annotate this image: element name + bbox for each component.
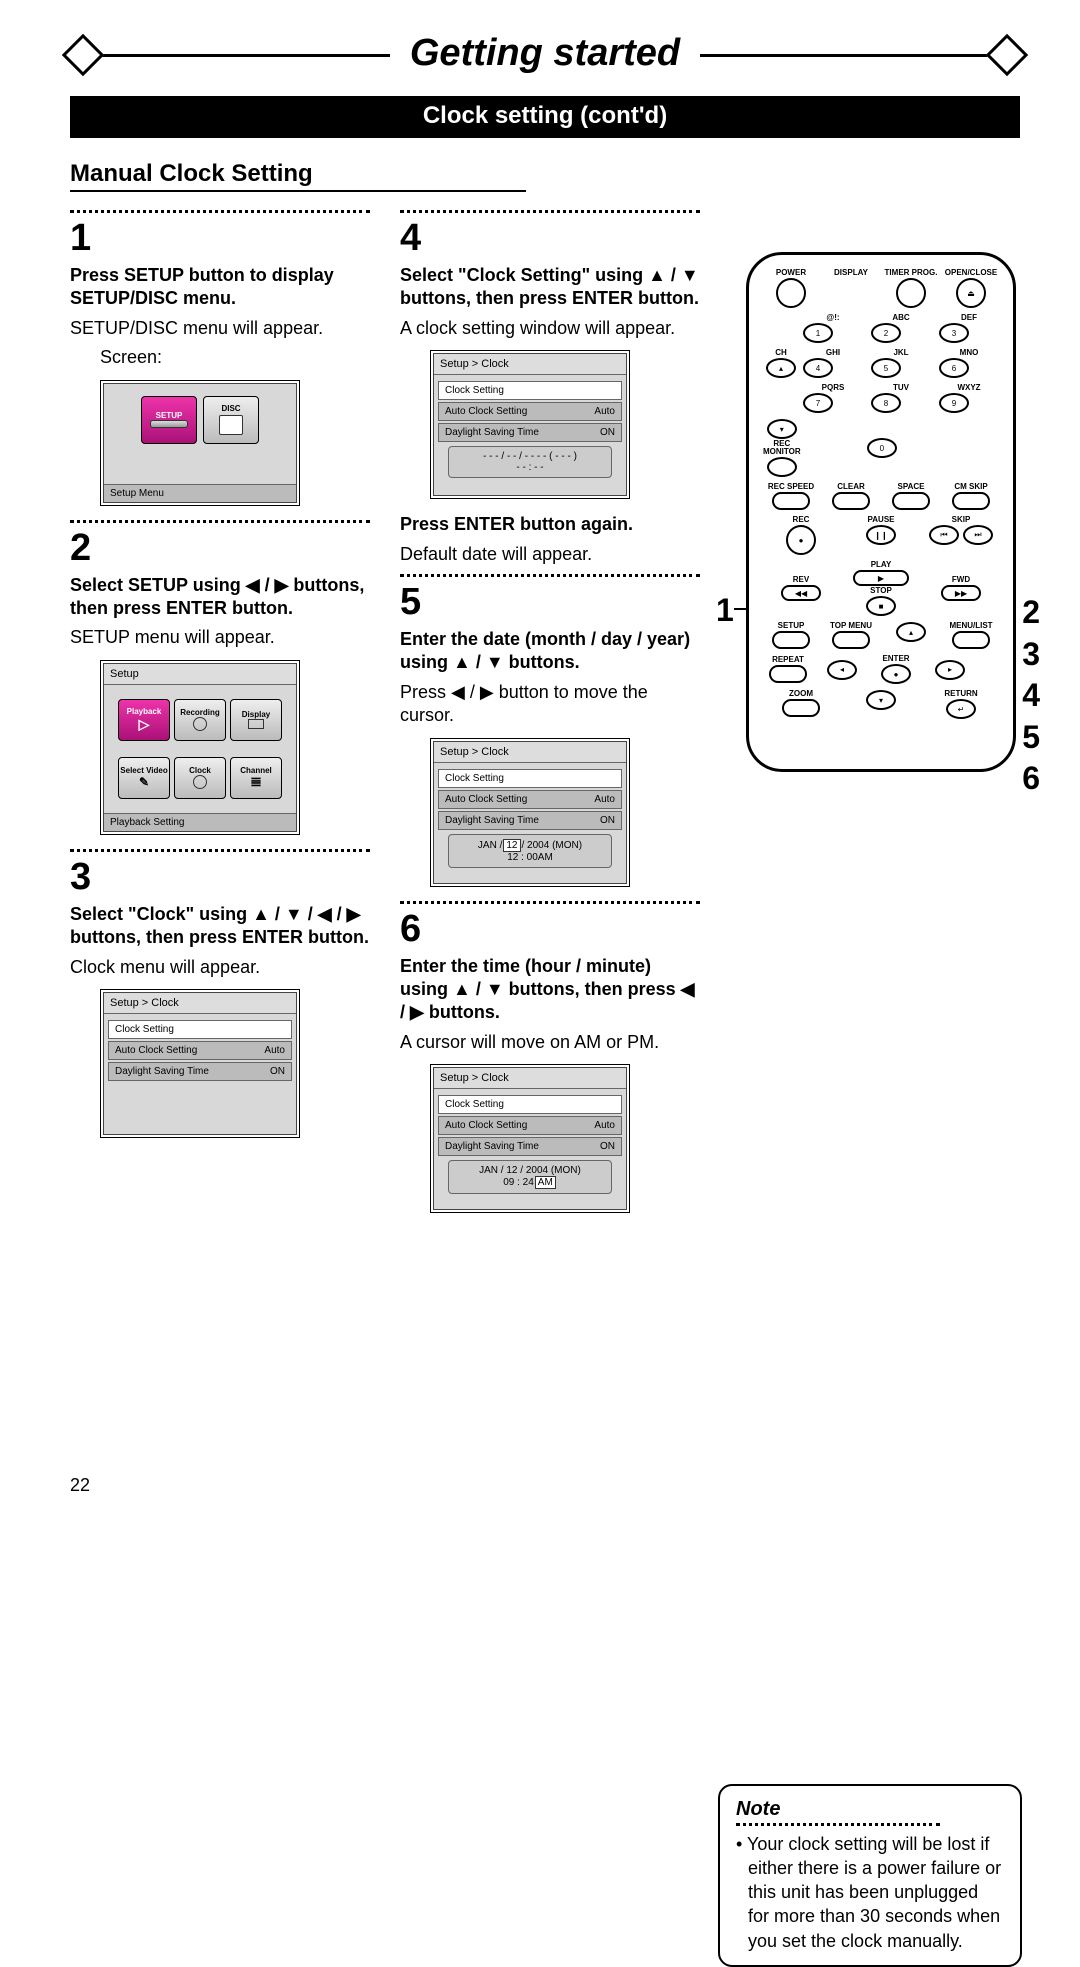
step-1-number: 1	[70, 217, 370, 260]
skip-fwd-button[interactable]: ⏭	[963, 525, 993, 545]
num-5-button[interactable]: 5	[871, 358, 901, 378]
tile-setup: SETUP	[141, 396, 197, 444]
rec-button[interactable]: ●	[786, 525, 816, 555]
zoom-button[interactable]	[782, 699, 820, 717]
nav-up-button[interactable]: ▴	[896, 622, 926, 642]
cm-skip-button[interactable]	[952, 492, 990, 510]
play-button[interactable]: ▶	[853, 570, 909, 586]
tile-disc: DISC	[203, 396, 259, 444]
screenshot-clock-setting-blank: Setup > Clock Clock Setting Auto Clock S…	[430, 350, 630, 499]
section-subtitle: Clock setting (cont'd)	[70, 96, 1020, 138]
note-box: Note • Your clock setting will be lost i…	[718, 1784, 1022, 1967]
clear-button[interactable]	[832, 492, 870, 510]
screenshot-setup-disc: SETUP DISC Setup Menu	[100, 380, 300, 506]
page-title: Getting started	[390, 32, 700, 74]
step-4-instruction-2: Press ENTER button again.	[400, 513, 700, 536]
step-5-number: 5	[400, 581, 700, 624]
step-2-instruction: Select SETUP using ◀ / ▶ buttons, then p…	[70, 574, 370, 621]
num-6-button[interactable]: 6	[939, 358, 969, 378]
screenshot-clock-time: Setup > Clock Clock Setting Auto Clock S…	[430, 1064, 630, 1213]
step-4-number: 4	[400, 217, 700, 260]
step-3-instruction: Select "Clock" using ▲ / ▼ / ◀ / ▶ butto…	[70, 903, 370, 950]
ch-down-button[interactable]: ▾	[767, 419, 797, 439]
num-2-button[interactable]: 2	[871, 323, 901, 343]
stop-button[interactable]: ■	[866, 596, 896, 616]
pause-button[interactable]: ❙❙	[866, 525, 896, 545]
space-button[interactable]	[892, 492, 930, 510]
note-title: Note	[736, 1798, 940, 1826]
return-button[interactable]: ↵	[946, 699, 976, 719]
step-4-result-2: Default date will appear.	[400, 543, 700, 566]
step-6-result: A cursor will move on AM or PM.	[400, 1031, 700, 1054]
callouts-right: 2 3 4 5 6	[1022, 592, 1040, 800]
enter-button[interactable]: ●	[881, 664, 911, 684]
step-4-instruction: Select "Clock Setting" using ▲ / ▼ butto…	[400, 264, 700, 311]
remote-control-illustration: POWER DISPLAY TIMER PROG. OPEN/CLOSE⏏ CH…	[746, 252, 1016, 772]
step-5-instruction: Enter the date (month / day / year) usin…	[400, 628, 700, 675]
rec-monitor-button[interactable]	[767, 457, 797, 477]
rec-speed-button[interactable]	[772, 492, 810, 510]
num-4-button[interactable]: 4	[803, 358, 833, 378]
top-menu-button[interactable]	[832, 631, 870, 649]
ch-up-button[interactable]: ▴	[766, 358, 796, 378]
setup-button[interactable]	[772, 631, 810, 649]
screenshot-clock-date: Setup > Clock Clock Setting Auto Clock S…	[430, 738, 630, 887]
step-3-result: Clock menu will appear.	[70, 956, 370, 979]
num-8-button[interactable]: 8	[871, 393, 901, 413]
num-0-button[interactable]: 0	[867, 438, 897, 458]
num-7-button[interactable]: 7	[803, 393, 833, 413]
page-number: 22	[70, 1475, 90, 1496]
screenshot-setup-menu: Setup Playback▷ Recording Display Select…	[100, 660, 300, 835]
step-3-number: 3	[70, 856, 370, 899]
nav-left-button[interactable]: ◂	[827, 660, 857, 680]
nav-right-button[interactable]: ▸	[935, 660, 965, 680]
skip-back-button[interactable]: ⏮	[929, 525, 959, 545]
nav-down-button[interactable]: ▾	[866, 690, 896, 710]
open-close-button[interactable]: ⏏	[956, 278, 986, 308]
step-6-number: 6	[400, 908, 700, 951]
step-6-instruction: Enter the time (hour / minute) using ▲ /…	[400, 955, 700, 1025]
sshot-footer: Setup Menu	[104, 484, 296, 502]
num-9-button[interactable]: 9	[939, 393, 969, 413]
rev-button[interactable]: ◀◀	[781, 585, 821, 601]
step-2-result: SETUP menu will appear.	[70, 626, 370, 649]
note-text: • Your clock setting will be lost if eit…	[736, 1832, 1004, 1953]
callout-left: 1	[716, 592, 734, 629]
fwd-button[interactable]: ▶▶	[941, 585, 981, 601]
menu-list-button[interactable]	[952, 631, 990, 649]
page-banner: Getting started Clock setting (cont'd)	[70, 40, 1020, 138]
step-1-instruction: Press SETUP button to display SETUP/DISC…	[70, 264, 370, 311]
screenshot-clock-menu-1: Setup > Clock Clock Setting Auto Clock S…	[100, 989, 300, 1138]
step-2-number: 2	[70, 527, 370, 570]
num-3-button[interactable]: 3	[939, 323, 969, 343]
repeat-button[interactable]	[769, 665, 807, 683]
step-5-result: Press ◀ / ▶ button to move the cursor.	[400, 681, 700, 728]
power-button[interactable]	[776, 278, 806, 308]
section-heading: Manual Clock Setting	[70, 160, 526, 192]
timer-button[interactable]	[896, 278, 926, 308]
num-1-button[interactable]: 1	[803, 323, 833, 343]
screen-label: Screen:	[70, 346, 370, 369]
step-4-result: A clock setting window will appear.	[400, 317, 700, 340]
step-1-result: SETUP/DISC menu will appear.	[70, 317, 370, 340]
